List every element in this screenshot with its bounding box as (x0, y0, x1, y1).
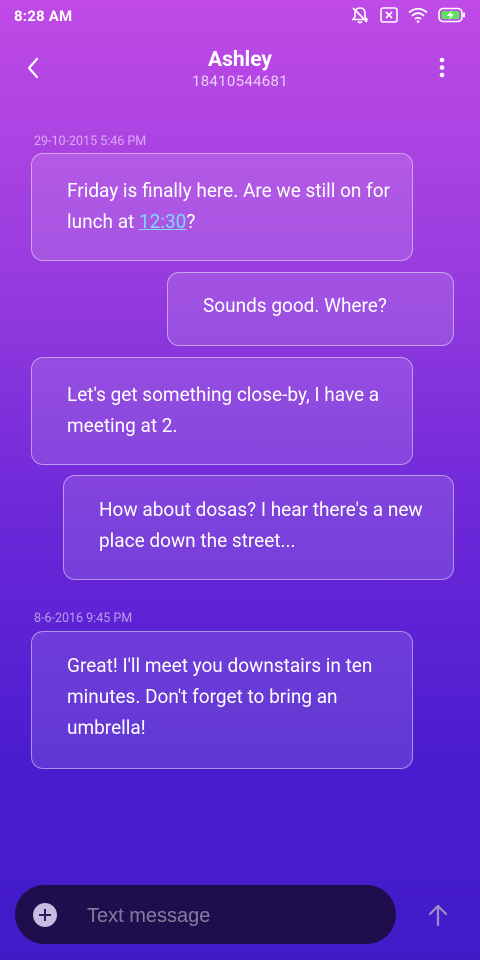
contact-header: Ashley 18410544681 (0, 48, 480, 90)
send-button[interactable] (426, 902, 450, 928)
status-time: 8:28 AM (14, 7, 73, 25)
message-bubble-received[interactable]: Friday is finally here. Are we still on … (31, 153, 413, 261)
battery-charging-icon (438, 7, 466, 23)
contact-name: Ashley (208, 48, 272, 72)
arrow-up-icon (428, 904, 448, 927)
contact-number: 18410544681 (191, 72, 289, 90)
time-link[interactable]: 12:30 (139, 210, 186, 233)
message-text: ? (186, 210, 196, 233)
add-attachment-button[interactable] (33, 903, 57, 927)
notifications-off-icon (350, 6, 370, 24)
message-bubble-received[interactable]: Great! I'll meet you downstairs in ten m… (31, 631, 413, 769)
message-timestamp: 8-6-2016 9:45 PM (34, 611, 133, 626)
message-text: Great! I'll meet you downstairs in ten m… (67, 654, 373, 739)
text-message-input[interactable] (87, 901, 377, 931)
message-timestamp: 29-10-2015 5:46 PM (34, 134, 147, 149)
message-bubble-sent[interactable]: Sounds good. Where? (167, 272, 454, 346)
message-text: Sounds good. Where? (203, 294, 387, 317)
wifi-icon (408, 7, 428, 23)
more-vert-icon (439, 57, 445, 78)
status-icons (350, 6, 466, 24)
sim-off-icon (380, 7, 398, 23)
more-options-button[interactable] (434, 56, 450, 80)
message-text: Let's get something close-by, I have a m… (67, 383, 380, 437)
message-text: Friday is finally here. Are we still on … (67, 179, 390, 233)
message-bubble-sent[interactable]: How about dosas? I hear there's a new pl… (63, 475, 454, 580)
message-text: How about dosas? I hear there's a new pl… (99, 498, 423, 552)
message-bubble-received[interactable]: Let's get something close-by, I have a m… (31, 357, 413, 465)
